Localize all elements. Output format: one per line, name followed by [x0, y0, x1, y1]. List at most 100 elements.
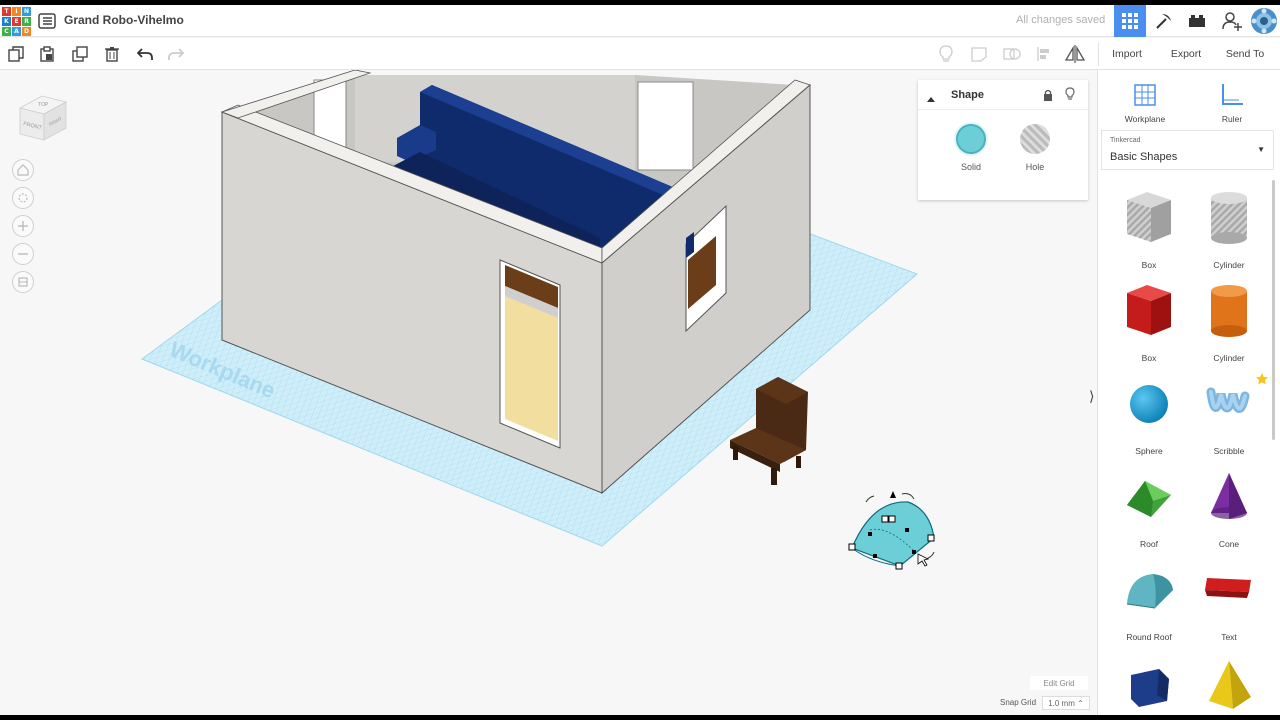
light-bulb-icon[interactable]: [1065, 87, 1075, 106]
shape-group-icon[interactable]: [1001, 43, 1023, 65]
import-button[interactable]: Import: [1104, 43, 1150, 65]
add-user-icon[interactable]: [1216, 5, 1248, 37]
solid-option[interactable]: Solid: [946, 124, 996, 172]
logo-letter: I: [12, 7, 21, 16]
roof-icon: [1127, 481, 1171, 517]
pyramid-icon: [1209, 661, 1251, 709]
logo-letter: C: [2, 27, 11, 36]
design-list-icon[interactable]: [38, 12, 56, 30]
logo-letter: E: [12, 17, 21, 26]
align-icon[interactable]: [1033, 43, 1055, 65]
shape-label: Cylinder: [1213, 260, 1245, 270]
logo-letter: N: [22, 7, 31, 16]
shape-grid: Box Cylinder Box Cylinder Sphere Scribbl…: [1098, 180, 1270, 715]
shape-roof[interactable]: Roof: [1109, 465, 1189, 558]
shape-label: Scribble: [1213, 446, 1245, 456]
scribble-icon: [1206, 387, 1250, 413]
shape-box[interactable]: Box: [1109, 279, 1189, 372]
shape-label: Cone: [1218, 539, 1240, 549]
round-roof-icon: [1126, 574, 1173, 609]
shape-sphere[interactable]: Sphere: [1109, 372, 1189, 465]
lock-icon[interactable]: [1043, 88, 1053, 106]
shapes-panel: Workplane Ruler Tinkercad Basic Shapes ▼…: [1097, 70, 1280, 715]
edit-grid-button[interactable]: Edit Grid: [1030, 676, 1088, 690]
logo-letter: R: [22, 17, 31, 26]
shape-text[interactable]: Text: [1189, 558, 1269, 651]
box-hole-icon: [1127, 192, 1171, 242]
pickaxe-icon[interactable]: [1148, 5, 1180, 37]
solid-label: Solid: [960, 162, 981, 172]
collapse-caret-icon[interactable]: [926, 90, 936, 108]
polygon-icon: [1131, 669, 1169, 707]
edit-toolbar: Import Export Send To: [0, 38, 1280, 70]
library-name: Basic Shapes: [1110, 151, 1178, 163]
3d-viewport[interactable]: Workplane TOP FRONT RIGHT Shape Solid Ho…: [0, 70, 1097, 715]
library-source: Tinkercad: [1110, 137, 1141, 144]
workplane-tool[interactable]: Workplane: [1110, 82, 1180, 124]
shape-label: Text: [1221, 632, 1237, 642]
shape-library-select[interactable]: Tinkercad Basic Shapes ▼: [1101, 130, 1274, 170]
hole-swatch[interactable]: [1020, 124, 1050, 154]
fit-view-icon[interactable]: [12, 187, 34, 209]
undo-icon[interactable]: [134, 43, 156, 65]
export-button[interactable]: Export: [1162, 43, 1210, 65]
logo-letter: T: [2, 7, 11, 16]
shape-label: Box: [1141, 260, 1157, 270]
hole-option[interactable]: Hole: [1010, 124, 1060, 172]
workplane-tool-label: Workplane: [1124, 114, 1166, 124]
toolbar-divider: [1098, 42, 1099, 66]
cylinder-icon: [1211, 285, 1247, 337]
shape-label: Sphere: [1135, 446, 1163, 456]
shape-pyramid[interactable]: [1189, 651, 1269, 715]
shape-label: Roof: [1140, 539, 1158, 549]
cone-icon: [1211, 473, 1247, 519]
shape-polygon[interactable]: [1109, 651, 1189, 715]
shape-cylinder-hole[interactable]: Cylinder: [1189, 186, 1269, 279]
tinkercad-logo[interactable]: T I N K E R C A D: [2, 7, 31, 36]
grid-view-icon[interactable]: [1114, 5, 1146, 37]
send-to-button[interactable]: Send To: [1220, 43, 1270, 65]
delete-icon[interactable]: [101, 43, 123, 65]
shape-cylinder[interactable]: Cylinder: [1189, 279, 1269, 372]
save-status: All changes saved: [1016, 14, 1106, 26]
hole-label: Hole: [1025, 162, 1045, 172]
brick-icon[interactable]: [1181, 5, 1213, 37]
shape-label: Cylinder: [1213, 353, 1245, 363]
shape-label: Round Roof: [1126, 632, 1172, 642]
paste-icon[interactable]: [36, 43, 58, 65]
ruler-tool-label: Ruler: [1221, 114, 1243, 124]
copy-icon[interactable]: [5, 43, 27, 65]
shape-box-hole[interactable]: Box: [1109, 186, 1189, 279]
chevron-down-icon: ▼: [1257, 145, 1265, 154]
mirror-icon[interactable]: [1064, 43, 1086, 65]
cylinder-hole-icon: [1211, 192, 1247, 244]
ruler-tool[interactable]: Ruler: [1197, 82, 1267, 124]
selected-round-roof[interactable]: [848, 491, 935, 570]
top-bar: T I N K E R C A D Grand Robo-Vihelmo All…: [0, 5, 1280, 37]
ruler-icon: [1222, 84, 1243, 105]
zoom-out-icon[interactable]: [12, 243, 34, 265]
avatar[interactable]: [1248, 5, 1280, 37]
note-icon[interactable]: [968, 43, 990, 65]
logo-letter: A: [12, 27, 21, 36]
shape-scribble[interactable]: Scribble: [1189, 372, 1269, 465]
duplicate-icon[interactable]: [69, 43, 91, 65]
document-title[interactable]: Grand Robo-Vihelmo: [64, 13, 184, 27]
shape-label: Box: [1141, 353, 1157, 363]
zoom-in-icon[interactable]: [12, 215, 34, 237]
shape-round-roof[interactable]: Round Roof: [1109, 558, 1189, 651]
sphere-icon: [1130, 385, 1168, 423]
perspective-icon[interactable]: [12, 271, 34, 293]
shape-cone[interactable]: Cone: [1189, 465, 1269, 558]
solid-swatch[interactable]: [956, 124, 986, 154]
workplane-icon: [1134, 84, 1156, 106]
shapes-scrollbar[interactable]: [1272, 180, 1275, 440]
tinkercad-app: T I N K E R C A D Grand Robo-Vihelmo All…: [0, 5, 1280, 715]
view-cube[interactable]: TOP FRONT RIGHT: [14, 90, 70, 151]
box-icon: [1127, 285, 1171, 335]
panel-collapse-icon[interactable]: ⟩: [1089, 388, 1094, 405]
home-view-icon[interactable]: [12, 159, 34, 181]
light-bulb-icon[interactable]: [935, 43, 957, 65]
snap-grid-select[interactable]: 1.0 mm ⌃: [1042, 696, 1090, 710]
redo-icon[interactable]: [165, 43, 187, 65]
